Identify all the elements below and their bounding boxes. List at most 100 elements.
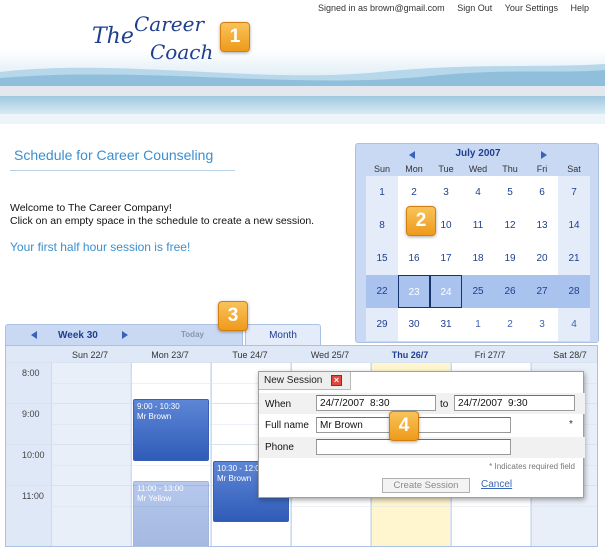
next-week-icon[interactable] — [122, 331, 128, 339]
mini-calendar-day[interactable]: 21 — [558, 242, 590, 275]
mini-calendar-day[interactable]: 15 — [366, 242, 398, 275]
mini-calendar-day[interactable]: 8 — [366, 209, 398, 242]
cancel-link[interactable]: Cancel — [481, 479, 512, 490]
hour-label: 11:00 — [22, 491, 44, 501]
mini-calendar-day[interactable]: 11 — [462, 209, 494, 242]
week-day-header: Fri 27/7 — [474, 350, 506, 360]
today-button[interactable]: Today — [181, 330, 204, 339]
dialog-titlebar: New Session × — [259, 372, 351, 390]
mini-calendar: July 2007 SunMonTueWedThuFriSat123456789… — [355, 143, 599, 343]
session-event[interactable]: 9:00 - 10:30 Mr Brown — [133, 399, 209, 461]
mini-calendar-dow: Wed — [468, 164, 488, 174]
title-divider — [10, 170, 235, 171]
mini-calendar-day[interactable]: 29 — [366, 308, 398, 341]
logo-coach: Coach — [150, 40, 214, 64]
mini-calendar-day[interactable]: 13 — [526, 209, 558, 242]
mini-calendar-day[interactable]: 16 — [398, 242, 430, 275]
mini-calendar-month: July 2007 — [455, 148, 501, 159]
week-day-header: Mon 23/7 — [151, 350, 189, 360]
event-name: Mr Yellow — [137, 494, 172, 503]
mini-calendar-day[interactable]: 2 — [494, 308, 526, 341]
callout-badge-2: 2 — [406, 206, 436, 236]
mini-calendar-day[interactable]: 1 — [366, 176, 398, 209]
tab-month[interactable]: Month — [245, 324, 321, 346]
mini-calendar-day[interactable]: 17 — [430, 242, 462, 275]
mini-calendar-day[interactable]: 26 — [494, 275, 526, 308]
fullname-label: Full name — [265, 420, 309, 431]
hour-gridline — [6, 362, 597, 363]
to-label: to — [440, 399, 449, 410]
next-month-icon[interactable] — [541, 151, 547, 159]
mini-calendar-day[interactable]: 7 — [558, 176, 590, 209]
mini-calendar-day[interactable]: 25 — [462, 275, 494, 308]
week-nav-bar: Week 30 Today — [5, 324, 243, 346]
hour-label: 8:00 — [22, 368, 40, 378]
week-day-header: Thu 26/7 — [391, 350, 429, 360]
mini-calendar-day[interactable]: 24 — [430, 275, 462, 308]
mini-calendar-day[interactable]: 14 — [558, 209, 590, 242]
mini-calendar-day[interactable]: 4 — [462, 176, 494, 209]
welcome-line-2: Click on an empty space in the schedule … — [10, 215, 315, 227]
mini-calendar-day[interactable]: 19 — [494, 242, 526, 275]
mini-calendar-dow: Sun — [373, 164, 390, 174]
mini-calendar-day[interactable]: 2 — [398, 176, 430, 209]
mini-calendar-day[interactable]: 20 — [526, 242, 558, 275]
phone-label: Phone — [265, 442, 294, 453]
mini-calendar-day[interactable]: 28 — [558, 275, 590, 308]
sign-out-link[interactable]: Sign Out — [457, 3, 492, 13]
callout-badge-1: 1 — [220, 22, 250, 52]
week-day-header: Sun 22/7 — [71, 350, 109, 360]
app-root: The Career Coach Signed in as brown@gmai… — [0, 0, 605, 547]
when-from-input[interactable] — [316, 395, 436, 411]
free-session-note: Your first half hour session is free! — [10, 240, 191, 254]
dialog-title: New Session — [264, 375, 323, 386]
week-day-header: Wed 25/7 — [310, 350, 350, 360]
when-label: When — [265, 399, 292, 410]
callout-badge-3: 3 — [218, 301, 248, 331]
required-note: * Indicates required field — [489, 462, 575, 471]
create-session-button[interactable]: Create Session — [382, 478, 470, 493]
mini-calendar-day[interactable]: 3 — [430, 176, 462, 209]
mini-calendar-day[interactable]: 5 — [494, 176, 526, 209]
logo-the: The — [92, 24, 134, 49]
welcome-text: Welcome to The Career Company! Click on … — [10, 202, 314, 228]
event-name: Mr Brown — [137, 412, 172, 421]
event-time: 11:00 - 13:00 — [137, 484, 184, 493]
mini-calendar-day[interactable]: 18 — [462, 242, 494, 275]
mini-calendar-day[interactable]: 6 — [526, 176, 558, 209]
new-session-dialog: New Session × When to Full name * Phone … — [258, 371, 585, 498]
mini-calendar-day[interactable]: 30 — [398, 308, 430, 341]
help-link[interactable]: Help — [570, 3, 589, 13]
callout-badge-4: 4 — [389, 411, 419, 441]
session-event[interactable]: 11:00 - 13:00 Mr Yellow — [133, 481, 209, 546]
mini-calendar-day[interactable]: 1 — [462, 308, 494, 341]
mini-calendar-day[interactable]: 23 — [398, 275, 430, 308]
mini-calendar-day[interactable]: 3 — [526, 308, 558, 341]
header-links: Signed in as brown@gmail.com Sign Out Yo… — [308, 3, 589, 13]
mini-calendar-day[interactable]: 12 — [494, 209, 526, 242]
week-day-column[interactable] — [51, 362, 130, 546]
mini-calendar-day[interactable]: 22 — [366, 275, 398, 308]
mini-calendar-day[interactable]: 27 — [526, 275, 558, 308]
required-mark: * — [569, 419, 573, 430]
header-wave-banner — [0, 50, 605, 124]
page-header: The Career Coach Signed in as brown@gmai… — [0, 0, 605, 135]
when-to-input[interactable] — [454, 395, 575, 411]
mini-calendar-dow: Thu — [502, 164, 518, 174]
career-coach-logo[interactable]: The Career Coach — [92, 10, 222, 65]
welcome-line-1: Welcome to The Career Company! — [10, 202, 172, 214]
mini-calendar-day[interactable]: 31 — [430, 308, 462, 341]
phone-input[interactable] — [316, 439, 511, 455]
mini-calendar-day[interactable]: 4 — [558, 308, 590, 341]
page-title: Schedule for Career Counseling — [14, 147, 214, 163]
week-label: Week 30 — [58, 330, 98, 341]
close-icon[interactable]: × — [331, 375, 342, 386]
mini-calendar-dow: Tue — [438, 164, 454, 174]
signed-in-text: Signed in as brown@gmail.com — [317, 3, 445, 13]
hour-label: 10:00 — [22, 450, 45, 460]
mini-calendar-dow: Fri — [536, 164, 548, 174]
settings-link[interactable]: Your Settings — [505, 3, 558, 13]
week-day-header: Sat 28/7 — [553, 350, 587, 360]
mini-calendar-dow: Sat — [567, 164, 581, 174]
prev-week-icon[interactable] — [31, 331, 37, 339]
